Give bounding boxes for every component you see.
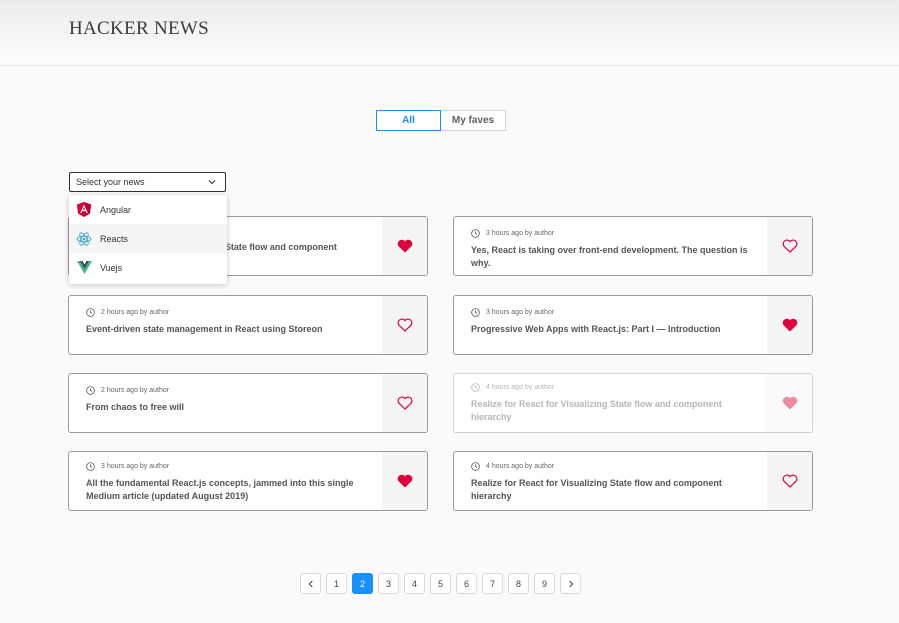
news-title: Realize for React for Visualizing State … [471, 399, 722, 422]
fave-toggle[interactable] [767, 374, 812, 432]
news-meta: 4 hours ago by author [486, 384, 555, 391]
clock-icon [471, 308, 480, 317]
option-label: Angular [100, 204, 132, 215]
page-button-7[interactable]: 7 [482, 573, 503, 594]
filter-tabs: All My faves [376, 110, 506, 131]
tab-my-faves[interactable]: My faves [441, 110, 506, 131]
clock-icon [471, 462, 480, 471]
page-button-2[interactable]: 2 [352, 573, 373, 594]
fave-toggle[interactable] [382, 296, 427, 354]
heart-filled-icon [782, 396, 797, 410]
fave-toggle[interactable] [382, 452, 427, 510]
option-label: Vuejs [100, 262, 123, 273]
news-meta: 2 hours ago by author [101, 387, 170, 394]
news-card[interactable]: 3 hours ago by author All the fundamenta… [68, 451, 428, 511]
news-title: All the fundamental React.js concepts, j… [86, 478, 354, 501]
heart-outline-icon [397, 318, 412, 332]
news-meta: 2 hours ago by author [101, 309, 170, 316]
next-page-button[interactable] [560, 573, 581, 594]
heart-outline-icon [782, 474, 797, 488]
option-angular[interactable]: Angular [69, 195, 227, 224]
vue-icon [76, 260, 92, 276]
option-reacts[interactable]: Reacts [69, 224, 227, 253]
news-select[interactable]: Select your news [69, 172, 226, 192]
fave-toggle[interactable] [382, 374, 427, 432]
option-label: Reacts [100, 233, 129, 244]
news-meta: 3 hours ago by author [101, 463, 170, 470]
chevron-down-icon [208, 180, 216, 185]
heart-outline-icon [782, 239, 797, 253]
news-meta: 3 hours ago by author [486, 230, 555, 237]
news-card[interactable]: 2 hours ago by author Event-driven state… [68, 295, 428, 355]
news-meta: 3 hours ago by author [486, 309, 555, 316]
page-button-3[interactable]: 3 [378, 573, 399, 594]
clock-icon [86, 462, 95, 471]
heart-filled-icon [397, 239, 412, 253]
news-select-dropdown: Angular Reacts Vuejs [69, 195, 227, 284]
fave-toggle[interactable] [767, 296, 812, 354]
fave-toggle[interactable] [767, 452, 812, 510]
heart-filled-icon [397, 474, 412, 488]
page-button-9[interactable]: 9 [534, 573, 555, 594]
news-title: Yes, React is taking over front-end deve… [471, 245, 748, 268]
clock-icon [471, 383, 480, 392]
page-button-5[interactable]: 5 [430, 573, 451, 594]
page-button-8[interactable]: 8 [508, 573, 529, 594]
angular-icon [76, 202, 92, 218]
clock-icon [86, 386, 95, 395]
news-card[interactable]: 4 hours ago by author Realize for React … [453, 373, 813, 433]
fave-toggle[interactable] [382, 217, 427, 275]
app-title[interactable]: HACKER NEWS [69, 18, 209, 40]
chevron-left-icon [308, 580, 313, 587]
news-title: Progressive Web Apps with React.js: Part… [471, 324, 721, 334]
page-button-1[interactable]: 1 [326, 573, 347, 594]
news-select-placeholder: Select your news [76, 177, 145, 187]
heart-filled-icon [782, 318, 797, 332]
news-card[interactable]: 4 hours ago by author Realize for React … [453, 451, 813, 511]
clock-icon [471, 229, 480, 238]
news-card[interactable]: 2 hours ago by author From chaos to free… [68, 373, 428, 433]
news-title: Realize for React for Visualizing State … [471, 478, 722, 501]
react-icon [76, 231, 92, 247]
prev-page-button[interactable] [300, 573, 321, 594]
page-button-4[interactable]: 4 [404, 573, 425, 594]
page-button-6[interactable]: 6 [456, 573, 477, 594]
header: HACKER NEWS [0, 0, 899, 66]
heart-outline-icon [397, 396, 412, 410]
tab-all[interactable]: All [376, 110, 441, 131]
news-card[interactable]: 3 hours ago by author Yes, React is taki… [453, 216, 813, 276]
pagination: 1 2 3 4 5 6 7 8 9 [300, 573, 581, 594]
news-card[interactable]: 3 hours ago by author Progressive Web Ap… [453, 295, 813, 355]
news-title: Event-driven state management in React u… [86, 324, 323, 334]
news-title: From chaos to free will [86, 402, 185, 412]
chevron-right-icon [568, 580, 573, 587]
clock-icon [86, 308, 95, 317]
fave-toggle[interactable] [767, 217, 812, 275]
news-meta: 4 hours ago by author [486, 463, 555, 470]
option-vuejs[interactable]: Vuejs [69, 253, 227, 282]
